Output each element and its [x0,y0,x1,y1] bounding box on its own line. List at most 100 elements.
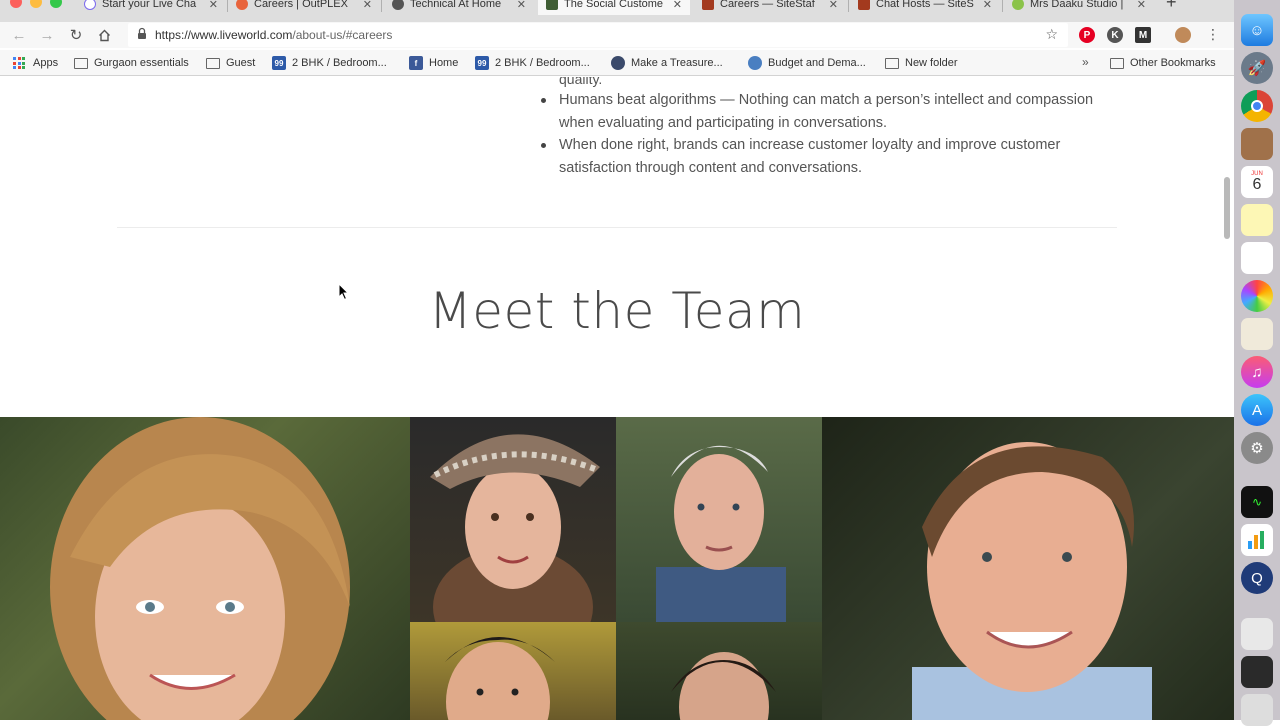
back-icon[interactable]: ← [9,25,29,45]
bookmark-folder[interactable]: Gurgaon essentials [74,54,189,72]
team-member-photo[interactable] [616,622,822,720]
bookmark-link[interactable]: 99 2 BHK / Bedroom... [475,54,590,72]
close-tab-icon[interactable]: ✕ [209,0,218,11]
page-scrollbar[interactable] [1224,177,1230,239]
bookmark-link[interactable]: f Home [409,54,458,72]
url-path: /about-us/#careers [292,28,393,42]
address-bar[interactable]: https://www.liveworld.com/about-us/#care… [128,23,1068,47]
calendar-day: 6 [1252,176,1262,193]
numbers-icon[interactable] [1241,524,1273,556]
list-item: Humans beat algorithms — Nothing can mat… [541,89,1101,134]
tab-title: Technical At Home [410,0,502,10]
new-tab-button[interactable]: + [1166,0,1177,13]
list-item-text: Humans beat algorithms — Nothing can mat… [559,92,1094,131]
bookmark-folder[interactable]: New folder [885,54,958,72]
system-preferences-icon[interactable]: ⚙ [1241,432,1273,464]
bullet-icon [541,98,546,103]
section-title: Meet the Team [428,282,806,340]
browser-tab[interactable]: Start your Live Cha ✕ [76,0,226,15]
mouse-cursor-icon [338,283,350,301]
photos-icon[interactable] [1241,280,1273,312]
team-member-photo[interactable] [0,417,410,720]
finder-icon[interactable]: ☺ [1241,14,1273,46]
notes-book-icon[interactable] [1241,128,1273,160]
close-tab-icon[interactable]: ✕ [363,0,372,11]
document-thumbnail-icon[interactable] [1241,618,1273,650]
m-extension-icon[interactable]: M [1135,27,1151,43]
tab-separator [1002,0,1003,12]
bookmark-label: 2 BHK / Bedroom... [292,57,387,69]
browser-tab[interactable]: Careers — SiteStaf ✕ [694,0,846,15]
section-divider [117,227,1117,228]
folder-icon [206,57,220,69]
url-text: https://www.liveworld.com/about-us/#care… [155,28,392,42]
bookmark-star-icon[interactable]: ☆ [1045,26,1058,43]
chrome-icon[interactable] [1241,90,1273,122]
tab-separator [381,0,382,12]
close-tab-icon[interactable]: ✕ [1137,0,1146,11]
reload-icon[interactable]: ↻ [66,25,86,45]
99acres-icon: 99 [475,56,489,70]
99acres-icon: 99 [272,56,286,70]
team-member-photo[interactable] [410,622,616,720]
quicktime-icon[interactable]: Q [1241,562,1273,594]
browser-menu-icon[interactable]: ⋮ [1206,26,1220,43]
textedit-icon[interactable] [1241,318,1273,350]
app-store-icon[interactable]: A [1241,394,1273,426]
browser-tab[interactable]: Chat Hosts — SiteS ✕ [850,0,1000,15]
livechat-favicon-icon [84,0,96,10]
trash-icon[interactable] [1241,694,1273,726]
minimize-window-button[interactable] [30,0,42,8]
web-page: quality. Humans beat algorithms — Nothin… [0,77,1234,720]
bookmark-apps[interactable]: Apps [13,54,58,72]
dock: ☺ 🚀 JUN 6 ♫ A ⚙ ∿ Q [1234,0,1280,726]
profile-avatar[interactable] [1175,27,1191,43]
downloads-stack-icon[interactable] [1241,656,1273,688]
close-tab-icon[interactable]: ✕ [673,0,682,11]
k-extension-icon[interactable]: K [1107,27,1123,43]
close-window-button[interactable] [10,0,22,8]
more-bookmarks-icon[interactable]: » [1082,55,1089,69]
tab-separator [848,0,849,12]
treasure-icon [611,56,625,70]
clipped-text-fragment: quality. [559,77,603,87]
browser-tab[interactable]: Careers | OutPLEX ✕ [228,0,380,15]
reminders-icon[interactable] [1241,242,1273,274]
bookmark-label: 2 BHK / Bedroom... [495,57,590,69]
browser-tab[interactable]: Mrs Daaku Studio | ✕ [1004,0,1154,15]
launchpad-icon[interactable]: 🚀 [1241,52,1273,84]
maximize-window-button[interactable] [50,0,62,8]
tab-title: The Social Custome [564,0,664,10]
close-tab-icon[interactable]: ✕ [517,0,526,11]
team-member-photo[interactable] [410,417,616,622]
browser-tab-active[interactable]: The Social Custome ✕ [538,0,690,15]
tab-title: Mrs Daaku Studio | [1030,0,1124,10]
url-host: https://www.liveworld.com [155,28,293,42]
team-member-photo[interactable] [822,417,1234,720]
team-member-photo[interactable] [616,417,822,622]
pinterest-extension-icon[interactable]: P [1079,27,1095,43]
home-icon[interactable] [94,25,114,45]
outplex-favicon-icon [236,0,248,10]
liveworld-favicon-icon [546,0,558,10]
bookmark-label: Make a Treasure... [631,57,723,69]
forward-icon[interactable]: → [37,25,57,45]
calendar-icon[interactable]: JUN 6 [1241,166,1273,198]
bookmark-folder-other[interactable]: Other Bookmarks [1110,54,1216,72]
bookmark-link[interactable]: Make a Treasure... [611,54,723,72]
bookmark-link[interactable]: Budget and Dema... [748,54,866,72]
bookmark-folder[interactable]: Guest [206,54,255,72]
close-tab-icon[interactable]: ✕ [829,0,838,11]
browser-tab[interactable]: Technical At Home ✕ [384,0,534,15]
close-tab-icon[interactable]: ✕ [983,0,992,11]
bullet-list: Humans beat algorithms — Nothing can mat… [541,89,1101,179]
notes-icon[interactable] [1241,204,1273,236]
bookmark-link[interactable]: 99 2 BHK / Bedroom... [272,54,387,72]
folder-icon [74,57,88,69]
folder-icon [1110,57,1124,69]
itunes-icon[interactable]: ♫ [1241,356,1273,388]
studio-favicon-icon [1012,0,1024,10]
list-item: When done right, brands can increase cus… [541,134,1101,179]
activity-monitor-icon[interactable]: ∿ [1241,486,1273,518]
bookmark-label: Guest [226,57,256,69]
